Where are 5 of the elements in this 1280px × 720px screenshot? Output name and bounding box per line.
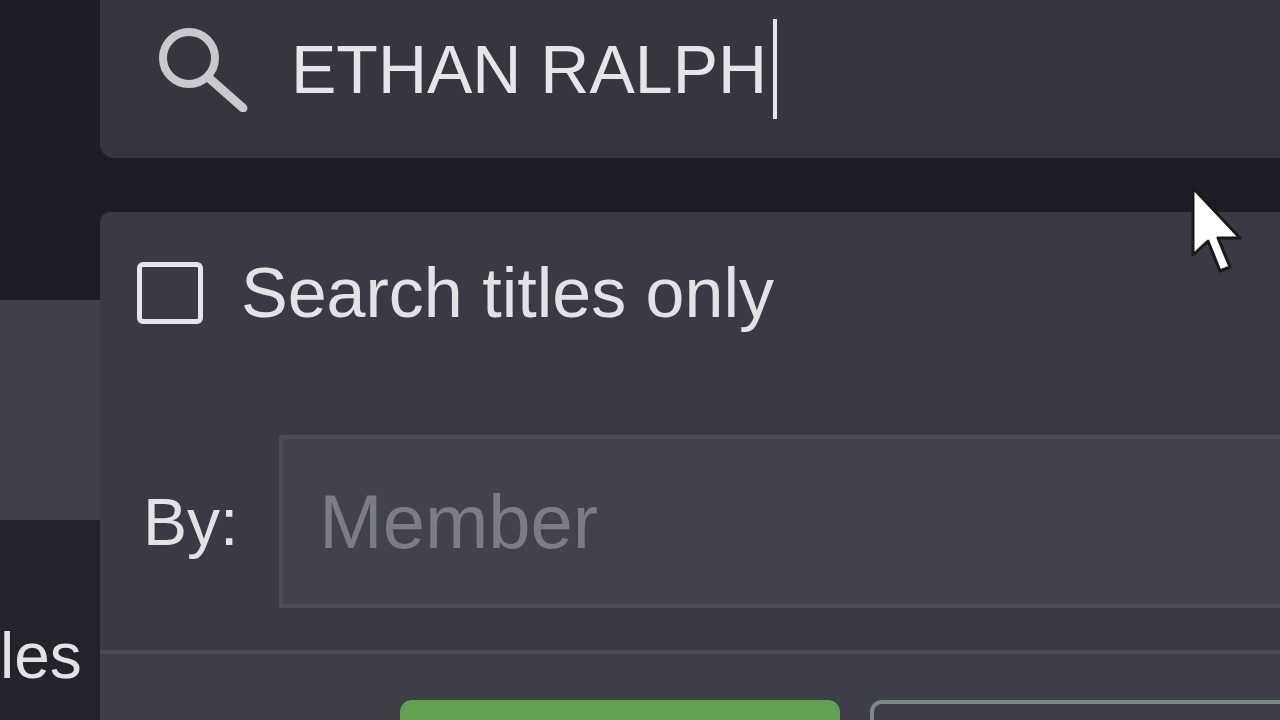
search-field[interactable]: ETHAN RALPH bbox=[100, 0, 1280, 158]
side-text: les bbox=[0, 624, 83, 688]
search-query: ETHAN RALPH bbox=[291, 35, 768, 103]
checkbox[interactable] bbox=[137, 262, 203, 324]
member-field[interactable]: Member bbox=[279, 435, 1280, 608]
